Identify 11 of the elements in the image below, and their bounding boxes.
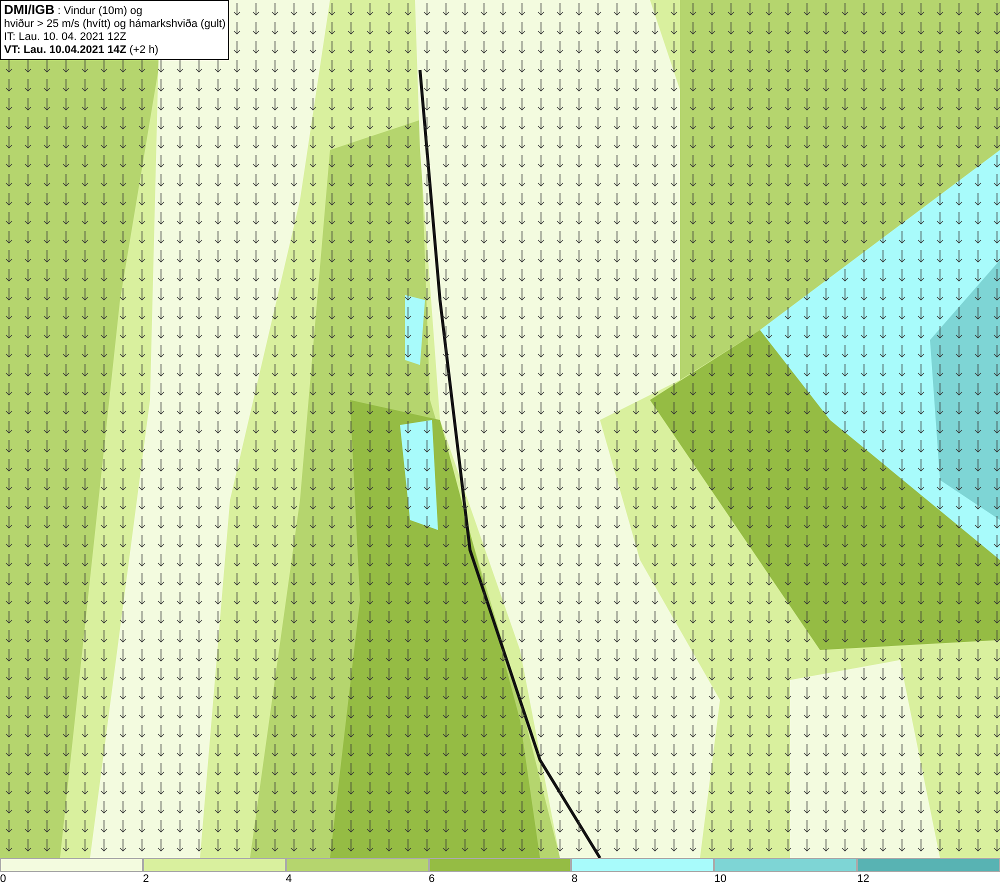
legend-label: 4: [286, 872, 292, 887]
legend-label: 0: [0, 872, 6, 887]
legend-label: 12: [857, 872, 870, 887]
info-text: IT: Lau. 10. 04. 2021 12Z: [4, 31, 128, 44]
info-text: DMI/IGB : Vindur (10m) og: [4, 3, 144, 18]
legend-label: 2: [142, 872, 149, 887]
info-text: hviður > 25 m/s (hvítt) og hámarkshviða (gult): [4, 18, 225, 31]
legend-label: 8: [571, 872, 578, 887]
legend-label: 10: [714, 872, 727, 887]
info-text: VT: Lau. 10.04.2021 14Z (+2 h): [4, 44, 160, 57]
legend-label: 6: [428, 872, 435, 887]
